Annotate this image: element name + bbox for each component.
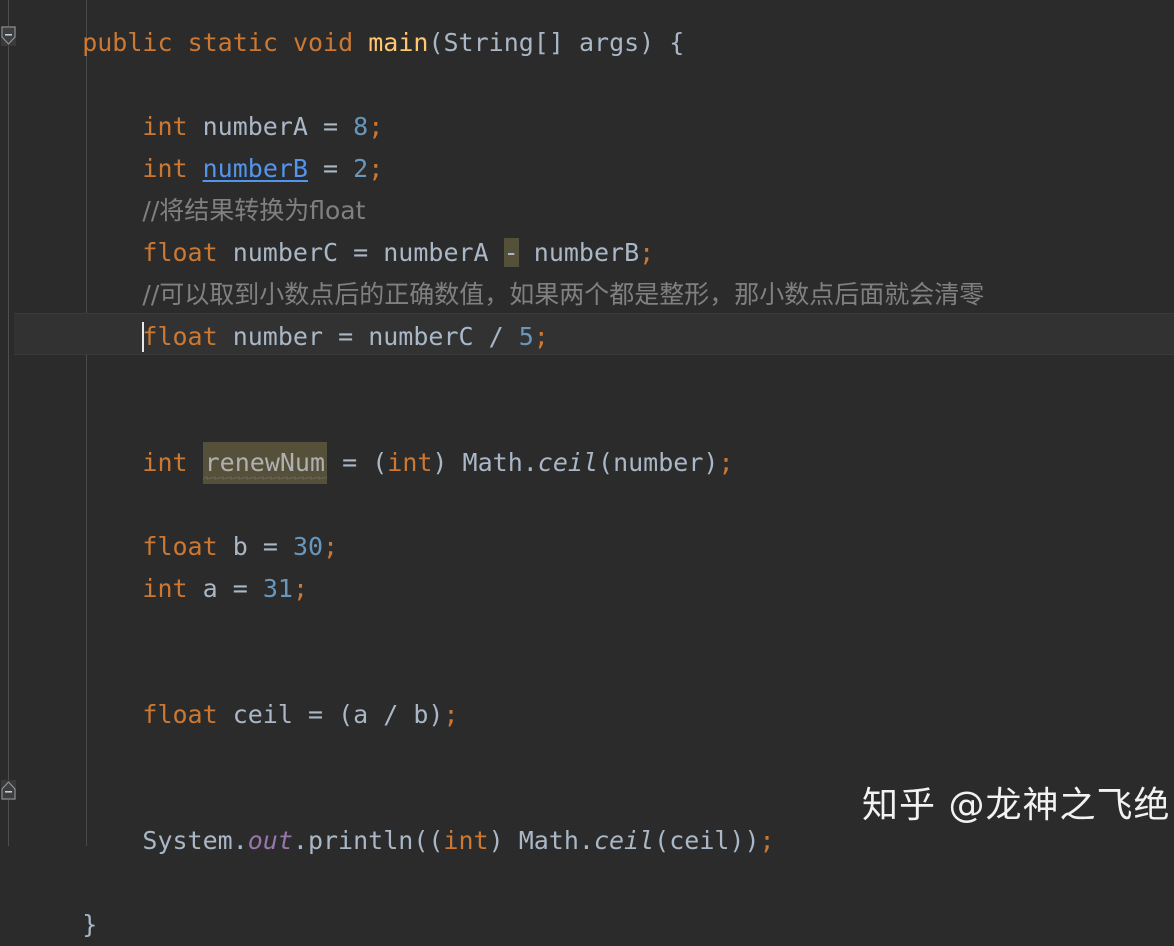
code-token: } xyxy=(82,910,98,939)
code-token: numberB xyxy=(518,238,640,267)
code-line[interactable]: int numberB = 2; xyxy=(142,148,383,190)
watermark-text: 知乎 @龙神之飞绝 xyxy=(862,785,1171,826)
code-token: / xyxy=(383,700,399,729)
code-line[interactable]: float numberC = numberA - numberB; xyxy=(142,232,654,274)
code-token: = xyxy=(323,154,339,183)
code-token: Math. xyxy=(447,448,538,477)
code-token: int xyxy=(443,826,489,855)
code-token: = xyxy=(232,574,248,603)
code-line[interactable]: //将结果转换为float xyxy=(142,190,365,232)
code-token: = xyxy=(307,700,324,729)
code-token: Math. xyxy=(503,826,594,855)
code-token: number xyxy=(217,322,339,351)
code-token: float xyxy=(142,700,218,729)
code-token: ( xyxy=(428,28,444,57)
code-token: ; xyxy=(533,322,549,351)
code-token: String[] args xyxy=(443,28,640,57)
code-token: b xyxy=(217,532,263,561)
code-token: ; xyxy=(368,154,384,183)
code-token: / xyxy=(488,322,504,351)
code-token: ceil xyxy=(593,826,655,855)
code-token: 8 xyxy=(353,112,369,141)
code-line[interactable]: int renewNum = (int) Math.ceil(number); xyxy=(142,442,734,484)
code-token: int xyxy=(142,112,188,141)
code-token: float xyxy=(142,322,218,351)
code-token: System. xyxy=(142,826,248,855)
code-token: numberB xyxy=(202,154,308,183)
code-token: float xyxy=(142,532,218,561)
code-line[interactable]: } xyxy=(82,904,97,946)
code-token: ; xyxy=(639,238,655,267)
code-token: //可以取到小数点后的正确数值，如果两个都是整形，那小数点后面就会清零 xyxy=(142,280,985,309)
code-token: int xyxy=(142,448,188,477)
code-line[interactable]: float ceil = (a / b); xyxy=(142,694,458,736)
code-line[interactable]: float number = numberC / 5; xyxy=(142,316,548,358)
code-token: ( xyxy=(357,448,388,477)
code-token: 31 xyxy=(262,574,293,603)
code-token: 30 xyxy=(292,532,324,561)
code-editor[interactable]: public static void main(String[] args) {… xyxy=(0,0,1174,939)
code-token: = xyxy=(338,322,354,351)
code-token: //将结果转换为float xyxy=(142,196,366,225)
code-token: = xyxy=(342,448,358,477)
code-token: = xyxy=(353,238,369,267)
code-token: numberC xyxy=(217,238,354,267)
code-token: 5 xyxy=(518,322,534,351)
code-token: out xyxy=(247,826,293,855)
code-token: = xyxy=(323,112,339,141)
code-token: int xyxy=(142,574,188,603)
code-token: numberA xyxy=(368,238,504,267)
code-token: void xyxy=(292,28,354,57)
code-token: ) { xyxy=(639,28,685,57)
code-token: ) xyxy=(488,826,504,855)
code-token: ; xyxy=(323,532,339,561)
code-token: (ceil)) xyxy=(654,826,760,855)
code-token: int xyxy=(387,448,433,477)
code-token: public xyxy=(82,28,173,57)
code-token: ceil xyxy=(537,448,599,477)
code-token: = xyxy=(262,532,278,561)
code-token: ; xyxy=(443,700,459,729)
code-token: main xyxy=(368,28,429,57)
code-line[interactable]: int a = 31; xyxy=(142,568,308,610)
code-token: ; xyxy=(759,826,775,855)
code-line[interactable]: System.out.println((int) Math.ceil(ceil)… xyxy=(142,820,774,862)
code-token: (number) xyxy=(598,448,719,477)
code-token: numberA xyxy=(187,112,324,141)
code-token: numberC xyxy=(353,322,489,351)
code-token: .println(( xyxy=(292,826,444,855)
code-token: renewNum xyxy=(202,442,328,484)
code-token: ) xyxy=(432,448,448,477)
code-token: (a xyxy=(323,700,384,729)
code-token: b) xyxy=(398,700,444,729)
code-token: - xyxy=(503,238,519,267)
text-caret xyxy=(142,322,145,352)
code-line[interactable]: //可以取到小数点后的正确数值，如果两个都是整形，那小数点后面就会清零 xyxy=(142,274,984,316)
code-token: static xyxy=(187,28,278,57)
code-token: int xyxy=(142,154,188,183)
code-token: float xyxy=(142,238,218,267)
code-token: ; xyxy=(368,112,384,141)
code-token: ; xyxy=(718,448,734,477)
code-text-area[interactable]: public static void main(String[] args) {… xyxy=(0,0,1174,939)
code-line[interactable]: float b = 30; xyxy=(142,526,338,568)
code-token: 2 xyxy=(353,154,369,183)
code-line[interactable]: int numberA = 8; xyxy=(142,106,383,148)
code-token: a xyxy=(187,574,233,603)
code-token: ; xyxy=(292,574,308,603)
code-line[interactable]: public static void main(String[] args) { xyxy=(82,22,684,64)
code-token: ceil xyxy=(217,700,308,729)
